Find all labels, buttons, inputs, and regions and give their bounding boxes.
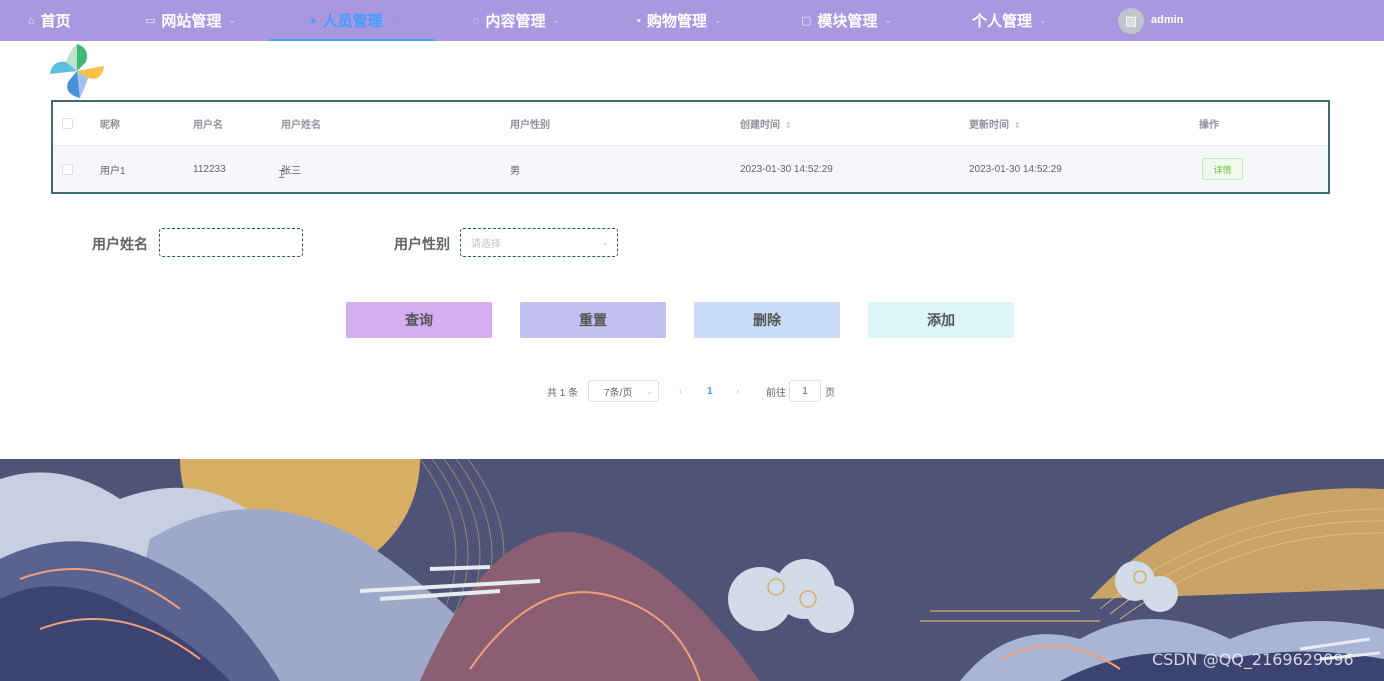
col-updated-label: 更新时间 [969,120,1009,131]
table-row[interactable]: 用户1 112233 张三 男 2023-01-30 14:52:29 2023… [53,146,1328,192]
sort-icon[interactable]: ⇕ [785,121,792,130]
mouse-cursor-icon: ⌶ [278,167,286,181]
nav-content-label: 内容管理 [485,13,546,30]
nav-home[interactable]: ⌂ 首页 [28,0,71,41]
nav-home-label: 首页 [40,13,71,30]
chevron-down-icon: ⌄ [228,15,236,25]
chevron-down-icon: ⌄ [1039,15,1047,25]
nav-website[interactable]: ▭ 网站管理 ⌄ [145,0,236,41]
reset-button[interactable]: 重置 [520,302,666,338]
table-header: 昵称 用户名 用户姓名 用户性别 创建时间 ⇕ 更新时间 ⇕ 操作 [53,102,1328,146]
chat-icon: ◌ [473,14,480,27]
page-number[interactable]: 1 [707,380,713,402]
cell-nickname: 用户1 [100,165,126,177]
cell-username: 112233 [193,163,226,175]
nav-personnel-label: 人员管理 [322,13,383,30]
pagination: 共 1 条 7条/页 ⌄ ‹ 1 › 前往 1 页 [0,380,1384,402]
pinwheel-logo [50,44,104,98]
select-all-checkbox[interactable] [62,118,73,129]
copy-icon: ▢ [801,15,812,27]
chevron-down-icon: ⌄ [389,15,398,25]
avatar[interactable]: ▨ [1118,8,1144,34]
delete-button[interactable]: 删除 [694,302,840,338]
nav-content[interactable]: ◌ 内容管理 ⌄ [473,0,560,41]
col-actions: 操作 [1199,120,1219,131]
name-label: 用户姓名 [92,236,148,252]
col-created-label: 创建时间 [740,120,780,131]
prev-page-icon[interactable]: ‹ [679,380,682,402]
goto-suffix: 页 [825,387,835,399]
sort-icon[interactable]: ⇕ [1014,121,1021,130]
nav-modules[interactable]: ▢ 模块管理 ⌄ [801,0,892,41]
add-button[interactable]: 添加 [868,302,1014,338]
user-name[interactable]: admin [1151,14,1183,26]
col-username: 用户名 [193,120,223,131]
monitor-icon: ▭ [145,15,156,27]
gender-select-placeholder: 请选择 [471,239,501,250]
col-updated[interactable]: 更新时间 ⇕ [969,116,1021,131]
cell-updated: 2023-01-30 14:52:29 [969,163,1062,175]
chevron-down-icon: ⌄ [552,15,561,25]
nav-shopping[interactable]: ▪ 购物管理 ⌄ [637,0,721,41]
user-icon: ● [310,14,317,27]
col-nickname: 昵称 [100,120,120,131]
nav-website-label: 网站管理 [161,13,222,30]
nav-personal[interactable]: 个人管理 ⌄ [972,0,1047,41]
goto-page-input[interactable]: 1 [789,380,821,402]
row-checkbox[interactable] [62,163,73,175]
next-page-icon[interactable]: › [736,380,739,402]
image-icon: ▨ [1124,13,1138,28]
nav-shopping-label: 购物管理 [646,13,707,30]
chevron-down-icon: ⌄ [713,15,722,25]
col-realname: 用户姓名 [281,120,321,131]
detail-button[interactable]: 详情 [1202,158,1243,180]
nav-modules-label: 模块管理 [817,13,878,30]
cell-created: 2023-01-30 14:52:29 [740,163,833,175]
top-navbar: ⌂ 首页 ▭ 网站管理 ⌄ ● 人员管理 ⌄ ◌ 内容管理 ⌄ ▪ 购物管理 ⌄… [0,0,1384,41]
watermark: CSDN @QQ_2169629096 [1152,650,1354,669]
col-gender: 用户性别 [510,120,550,131]
pagination-total: 共 1 条 [547,387,579,399]
goto-prefix: 前往 [766,387,786,399]
query-button[interactable]: 查询 [346,302,492,338]
user-table: 昵称 用户名 用户姓名 用户性别 创建时间 ⇕ 更新时间 ⇕ 操作 用户1 1122… [51,100,1330,194]
home-icon: ⌂ [28,14,35,27]
page-size-select[interactable]: 7条/页 ⌄ [588,380,659,402]
active-tab-indicator [270,39,434,41]
cell-gender: 男 [510,165,520,177]
name-input[interactable] [159,228,303,257]
landscape-banner-image [0,459,1384,681]
gender-label: 用户性别 [394,236,450,252]
chevron-down-icon: ⌄ [884,15,892,25]
chevron-down-icon: ⌄ [601,237,609,247]
bag-icon: ▪ [637,14,641,27]
gender-select[interactable]: 请选择 ⌄ [460,228,618,257]
nav-personal-label: 个人管理 [972,13,1033,30]
nav-personnel[interactable]: ● 人员管理 ⌄ [310,0,397,41]
col-created[interactable]: 创建时间 ⇕ [740,116,792,131]
chevron-down-icon: ⌄ [646,386,653,396]
page-size-value: 7条/页 [604,387,633,399]
